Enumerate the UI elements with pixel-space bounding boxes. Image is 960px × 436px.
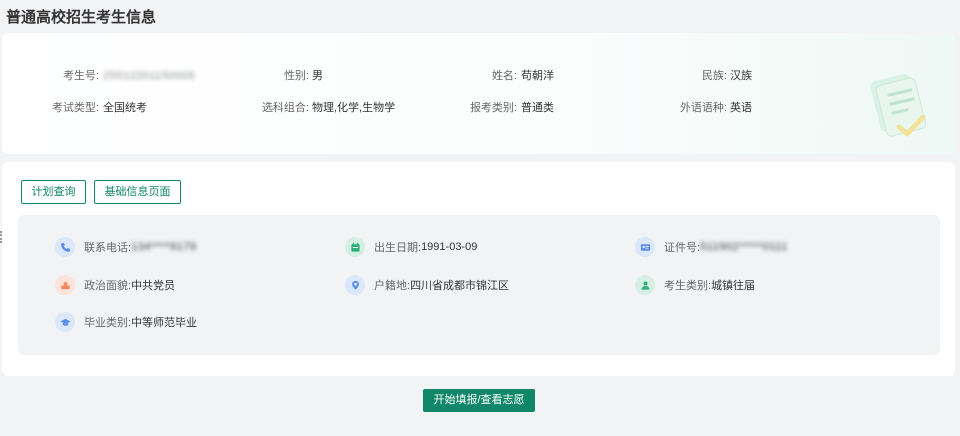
phone-value: 134****9179	[131, 241, 197, 253]
personal-info-panel: 联系电话: 134****9179 出生日期: 1991-03-09 证件号: …	[18, 215, 940, 355]
id-value: 511902*****0111	[700, 241, 788, 253]
ethnicity-label: 民族:	[701, 70, 727, 82]
basic-info-button[interactable]: 基础信息页面	[94, 180, 181, 204]
graduation-icon	[55, 312, 75, 332]
language-value: 英语	[730, 102, 752, 114]
id-item: 证件号: 511902*****0111	[635, 237, 788, 257]
household-value: 四川省成都市锦江区	[410, 280, 510, 292]
grad-label: 毕业类别:	[84, 317, 132, 329]
document-illustration	[870, 73, 927, 137]
exam-summary-card: 考生号: 25512201150009 性别: 男 姓名: 苟朝洋 民族: 汉族…	[2, 33, 955, 154]
category-value: 普通类	[521, 102, 554, 114]
person-icon	[635, 275, 655, 295]
subjects-value: 物理,化学,生物学	[312, 102, 396, 114]
party-icon	[55, 275, 75, 295]
id-label: 证件号:	[664, 242, 701, 254]
birth-value: 1991-03-09	[421, 241, 478, 253]
birth-label: 出生日期:	[374, 242, 422, 254]
category-label: 报考类别:	[469, 102, 517, 114]
gender-label: 性别:	[283, 70, 309, 82]
location-icon	[345, 275, 365, 295]
exam-no-label: 考生号:	[62, 70, 99, 82]
start-fill-button[interactable]: 开始填报/查看志愿	[423, 389, 535, 412]
political-item: 政治面貌: 中共党员	[55, 275, 175, 295]
grad-value: 中等师范毕业	[131, 317, 198, 329]
student-type-value: 城镇往届	[711, 280, 756, 292]
phone-label: 联系电话:	[84, 242, 132, 254]
ethnicity-value: 汉族	[730, 70, 752, 82]
name-value: 苟朝洋	[521, 70, 554, 82]
political-label: 政治面貌:	[84, 280, 132, 292]
language-label: 外语语种:	[679, 102, 727, 114]
student-type-label: 考生类别:	[664, 280, 712, 292]
household-label: 户籍地:	[374, 280, 411, 292]
id-card-icon	[635, 237, 655, 257]
plan-query-button[interactable]: 计划查询	[21, 180, 86, 204]
detail-card: 计划查询 基础信息页面 联系电话: 134****9179 出生日期: 1991…	[2, 162, 955, 376]
subjects-label: 选科组合:	[261, 102, 309, 114]
student-type-item: 考生类别: 城镇往届	[635, 275, 755, 295]
phone-item: 联系电话: 134****9179	[55, 237, 197, 257]
exam-no-value: 25512201150009	[103, 70, 195, 82]
grad-item: 毕业类别: 中等师范毕业	[55, 312, 197, 332]
household-item: 户籍地: 四川省成都市锦江区	[345, 275, 509, 295]
gender-value: 男	[312, 70, 323, 82]
phone-icon	[55, 237, 75, 257]
exam-type-label: 考试类型:	[51, 102, 99, 114]
political-value: 中共党员	[131, 280, 176, 292]
name-label: 姓名:	[491, 70, 517, 82]
calendar-icon	[345, 237, 365, 257]
exam-type-value: 全国统考	[103, 102, 147, 114]
birth-item: 出生日期: 1991-03-09	[345, 237, 477, 257]
page-title: 普通高校招生考生信息	[6, 9, 157, 26]
